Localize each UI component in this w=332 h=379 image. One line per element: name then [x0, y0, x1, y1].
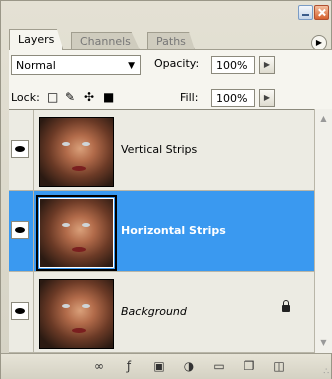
scroll-up-icon[interactable]: ▲ [315, 111, 332, 127]
tab-channels[interactable]: Channels [71, 32, 140, 50]
layer-options: Normal ▼ Opacity: 100% ▶ Lock: □ ✎ ✣ ■ F… [9, 49, 332, 110]
panel-tabs: Layers Channels Paths [9, 29, 331, 50]
lock-image-icon[interactable]: ✎ [65, 90, 75, 104]
blend-mode-value: Normal [16, 59, 56, 72]
fill-label: Fill: [180, 91, 199, 104]
lock-transparent-icon[interactable]: □ [47, 90, 58, 104]
layer-row[interactable]: Vertical Strips [9, 110, 314, 191]
lock-all-icon[interactable]: ■ [103, 90, 114, 104]
layer-thumbnail[interactable] [39, 279, 114, 349]
tab-layers[interactable]: Layers [9, 29, 64, 50]
opacity-label: Opacity: [154, 57, 200, 70]
visibility-eye-icon[interactable] [11, 140, 29, 158]
lock-position-icon[interactable]: ✣ [84, 90, 94, 104]
chevron-down-icon: ▼ [128, 61, 135, 71]
close-button[interactable] [314, 5, 329, 20]
visibility-eye-icon[interactable] [11, 221, 29, 239]
layer-row-selected[interactable]: Horizontal Strips [9, 191, 314, 272]
opacity-input[interactable]: 100% [211, 56, 255, 74]
layers-panel: Layers Channels Paths ▶ Normal ▼ Opacity… [0, 0, 332, 379]
layer-style-icon[interactable]: ƒ [121, 358, 137, 374]
title-bar [1, 1, 331, 25]
layers-list: Vertical Strips Horizontal Strips Backgr… [9, 109, 314, 354]
lock-icon [282, 300, 290, 312]
new-layer-icon[interactable]: ❐ [241, 358, 257, 374]
scroll-down-icon[interactable]: ▼ [315, 335, 332, 351]
adjustment-layer-icon[interactable]: ◑ [181, 358, 197, 374]
resize-grip-icon[interactable]: ∴ [323, 367, 329, 377]
layer-thumbnail[interactable] [39, 117, 114, 187]
tab-paths[interactable]: Paths [147, 32, 195, 50]
bottom-toolbar: ∞ ƒ ▣ ◑ ▭ ❐ ◫ ∴ [1, 353, 331, 379]
minimize-button[interactable] [298, 5, 313, 20]
new-group-icon[interactable]: ▭ [211, 358, 227, 374]
fill-input[interactable]: 100% [211, 89, 255, 107]
layer-name: Background [121, 305, 187, 318]
layer-name: Vertical Strips [121, 143, 198, 156]
fill-slider-button[interactable]: ▶ [259, 89, 275, 107]
layers-scrollbar[interactable]: ▲ ▼ [314, 109, 332, 353]
add-mask-icon[interactable]: ▣ [151, 358, 167, 374]
layer-row[interactable]: Background [9, 272, 314, 353]
link-icon[interactable]: ∞ [91, 358, 107, 374]
layer-thumbnail[interactable] [36, 195, 117, 271]
layer-name: Horizontal Strips [121, 224, 226, 237]
opacity-slider-button[interactable]: ▶ [259, 56, 275, 74]
visibility-eye-icon[interactable] [11, 302, 29, 320]
blend-mode-select[interactable]: Normal ▼ [11, 55, 141, 75]
lock-label: Lock: [11, 91, 40, 104]
trash-icon[interactable]: ◫ [271, 358, 287, 374]
